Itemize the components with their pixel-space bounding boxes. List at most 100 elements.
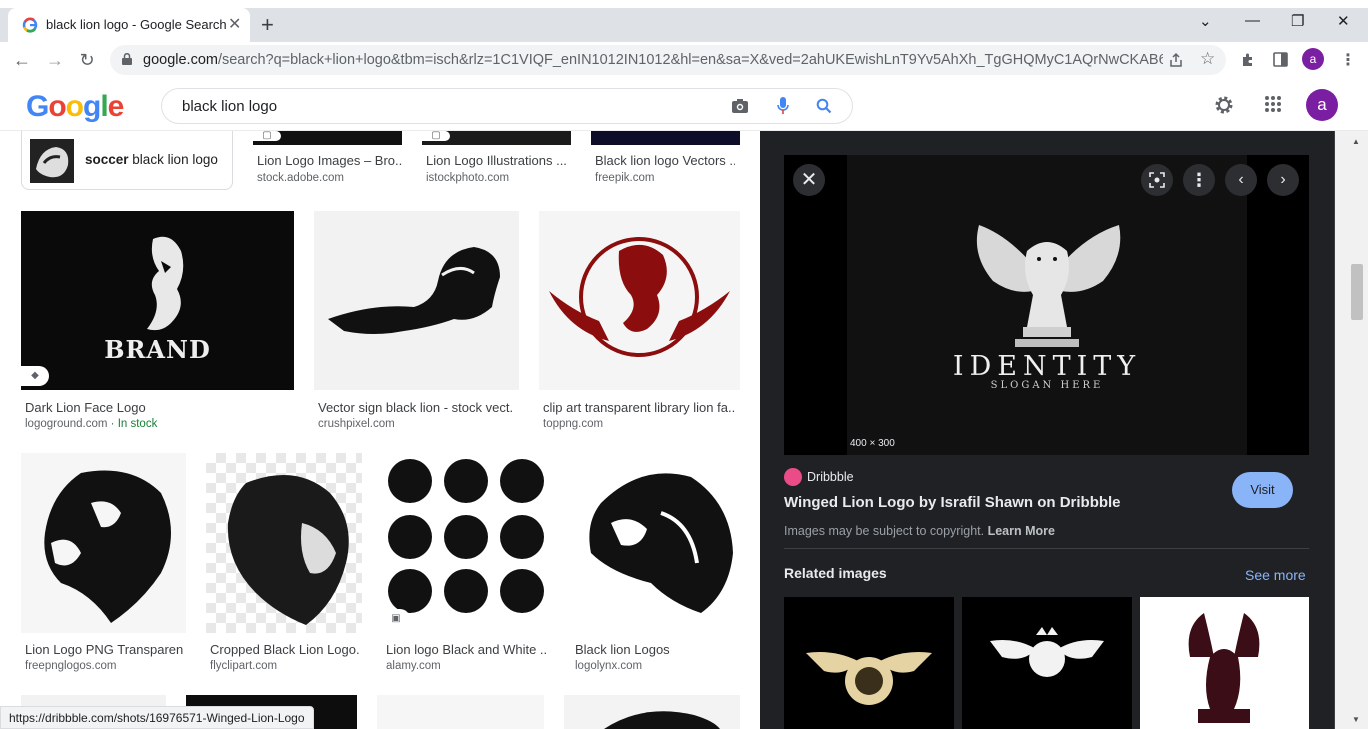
search-input[interactable]: black lion logo [161, 88, 853, 124]
status-bar-url: https://dribbble.com/shots/16976571-Wing… [0, 706, 314, 729]
google-header: Google black lion logo a [0, 78, 1368, 131]
scroll-down-icon[interactable]: ▼ [1352, 715, 1360, 724]
site-name[interactable]: Dribbble [807, 470, 854, 484]
preview-image-frame[interactable]: IDENTITY SLOGAN HERE ✕ ⋮ ‹ › 400 × 300 [784, 155, 1309, 455]
chip-thumbnail [30, 139, 74, 183]
forward-icon[interactable]: → [44, 49, 66, 71]
image-preview-panel: IDENTITY SLOGAN HERE ✕ ⋮ ‹ › 400 × 300 D… [760, 131, 1334, 729]
result-title[interactable]: Black lion logo Vectors ... [595, 153, 735, 168]
roaring-lion-graphic [44, 470, 171, 623]
partial-lion-graphic [604, 711, 720, 729]
tag-icon: ◆ [21, 366, 49, 386]
window-close-icon[interactable]: ✕ [1337, 12, 1350, 30]
slogan-text: SLOGAN HERE [990, 380, 1104, 391]
tag-icon: ▢ [253, 131, 281, 141]
related-image[interactable] [962, 597, 1132, 729]
chevron-right-icon[interactable]: › [1267, 164, 1299, 196]
more-options-icon[interactable]: ⋮ [1183, 164, 1215, 196]
result-source[interactable]: logolynx.com [575, 660, 642, 672]
result-thumb-black-lion-logos[interactable] [571, 453, 740, 633]
camera-icon[interactable] [731, 98, 749, 114]
tab-strip: black lion logo - Google Search ✕ + ⌄ — … [0, 0, 1368, 42]
result-title[interactable]: Dark Lion Face Logo [25, 400, 290, 415]
tab-close-icon[interactable]: ✕ [228, 14, 241, 34]
extensions-icon[interactable] [1240, 52, 1256, 68]
maximize-icon[interactable]: ❐ [1291, 12, 1304, 30]
minimize-icon[interactable]: — [1245, 12, 1260, 29]
result-thumb-red-lion[interactable] [539, 211, 740, 390]
tab-search-chevron-icon[interactable]: ⌄ [1199, 12, 1212, 30]
result-source[interactable]: freepik.com [595, 172, 654, 184]
result-thumb-lion-png[interactable] [21, 453, 186, 633]
chevron-left-icon[interactable]: ‹ [1225, 164, 1257, 196]
bookmark-star-icon[interactable]: ☆ [1200, 49, 1215, 69]
back-icon[interactable]: ← [11, 49, 33, 71]
sidepanel-icon[interactable] [1273, 52, 1288, 67]
learn-more-link[interactable]: Learn More [988, 524, 1055, 538]
browser-tab[interactable]: black lion logo - Google Search ✕ [8, 8, 250, 42]
page-scrollbar[interactable]: ▲ ▼ [1334, 131, 1368, 729]
result-thumb-dark-lion-face[interactable]: BRAND [21, 211, 294, 390]
close-preview-icon[interactable]: ✕ [793, 164, 825, 196]
lens-icon[interactable] [1141, 164, 1173, 196]
result-thumb[interactable] [377, 695, 544, 729]
preview-title[interactable]: Winged Lion Logo by Israfil Shawn on Dri… [784, 494, 1121, 511]
copyright-text: Images may be subject to copyright. [784, 524, 985, 538]
related-image[interactable] [784, 597, 954, 729]
result-title[interactable]: Black lion Logos [575, 642, 735, 657]
result-thumb-lion-set[interactable] [382, 453, 551, 633]
result-title[interactable]: clip art transparent library lion fa... [543, 400, 735, 415]
result-source-site: logoground.com [25, 418, 108, 430]
result-title[interactable]: Lion logo Black and White ... [386, 642, 546, 657]
chrome-profile-avatar[interactable]: a [1302, 48, 1324, 70]
result-title[interactable]: Lion Logo Images – Bro... [257, 153, 402, 168]
url-path: /search?q=black+lion+logo&tbm=isch&rlz=1… [217, 52, 1163, 68]
see-more-link[interactable]: See more [1245, 567, 1306, 583]
result-title[interactable]: Cropped Black Lion Logo... [210, 642, 360, 657]
related-search-chip[interactable]: soccer black lion logo [21, 131, 233, 190]
result-source[interactable]: logoground.com · In stock [25, 418, 157, 430]
result-source[interactable]: flyclipart.com [210, 660, 277, 672]
result-thumb-vector-lion[interactable] [314, 211, 519, 390]
result-thumb[interactable] [591, 131, 740, 145]
search-query: black lion logo [182, 98, 278, 115]
chip-label: soccer black lion logo [85, 152, 218, 167]
result-source[interactable]: alamy.com [386, 660, 441, 672]
related-image[interactable] [1140, 597, 1309, 729]
result-source[interactable]: istockphoto.com [426, 172, 509, 184]
settings-gear-icon[interactable] [1213, 94, 1235, 116]
share-icon[interactable] [1168, 52, 1184, 68]
google-account-avatar[interactable]: a [1306, 89, 1338, 121]
result-title[interactable]: Vector sign black lion - stock vect... [318, 400, 514, 415]
black-lion-profile-graphic [589, 473, 733, 613]
result-title[interactable]: Lion Logo PNG Transparen... [25, 642, 183, 657]
result-title[interactable]: Lion Logo Illustrations ... [426, 153, 566, 168]
new-tab-plus-icon[interactable]: + [261, 12, 274, 38]
dribbble-icon [784, 468, 802, 486]
lion-set-graphic [388, 459, 544, 613]
result-source[interactable]: toppng.com [543, 418, 603, 430]
thumb-brand-text: BRAND [104, 335, 211, 364]
visit-button[interactable]: Visit [1232, 472, 1293, 508]
white-winged-lion-graphic [990, 627, 1104, 677]
result-thumb[interactable] [564, 695, 740, 729]
copyright-notice: Images may be subject to copyright. Lear… [784, 524, 1055, 538]
related-images-heading: Related images [784, 565, 887, 581]
mic-icon[interactable] [777, 97, 789, 116]
result-thumb-cropped-lion[interactable] [206, 453, 362, 633]
reload-icon[interactable]: ↻ [76, 49, 98, 71]
result-source[interactable]: crushpixel.com [318, 418, 395, 430]
google-logo[interactable]: Google [26, 90, 124, 124]
result-source[interactable]: freepnglogos.com [25, 660, 116, 672]
red-lion-graphic [549, 237, 730, 357]
gold-winged-lion-graphic [806, 652, 932, 705]
lock-icon [122, 53, 132, 65]
scroll-up-icon[interactable]: ▲ [1352, 137, 1360, 146]
lion-head-graphic [227, 475, 349, 625]
chrome-menu-icon[interactable]: ⋮ [1340, 50, 1356, 70]
scroll-thumb[interactable] [1351, 264, 1363, 320]
search-icon[interactable] [816, 98, 832, 114]
address-bar[interactable]: google.com/search?q=black+lion+logo&tbm=… [110, 45, 1226, 75]
google-apps-icon[interactable] [1264, 95, 1282, 113]
result-source[interactable]: stock.adobe.com [257, 172, 344, 184]
